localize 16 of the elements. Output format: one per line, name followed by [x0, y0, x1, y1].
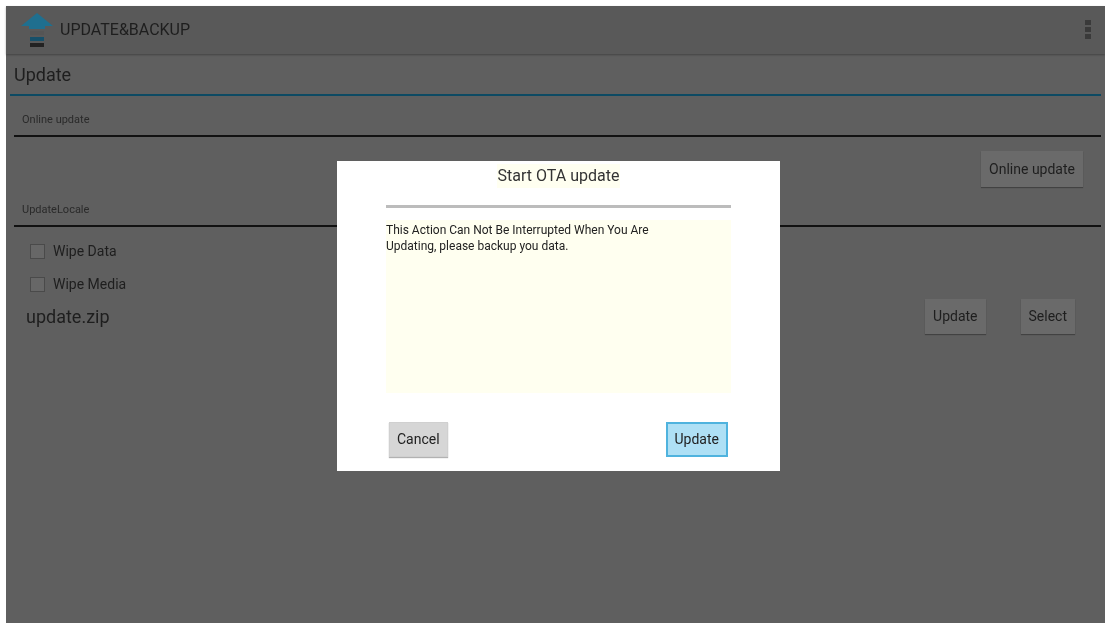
online-update-button[interactable]: Online update: [981, 151, 1083, 187]
dialog-message: This Action Can Not Be Interrupted When You Are Updating, please backup you data.: [386, 222, 650, 254]
dialog-button[interactable]: Update: [665, 422, 728, 457]
checkbox[interactable]: [30, 277, 45, 292]
checkbox-label: Wipe Data: [53, 242, 117, 261]
checkbox-label: Wipe Media: [53, 275, 127, 294]
action-button[interactable]: Update: [925, 299, 986, 334]
action-button[interactable]: Select: [1020, 299, 1075, 334]
app-title: UPDATE&BACKUP: [60, 19, 191, 41]
dialog-title: Start OTA update: [496, 164, 621, 188]
dialog-button[interactable]: Cancel: [389, 422, 448, 457]
overflow-menu-icon[interactable]: [1085, 20, 1091, 40]
page-title: Update: [14, 63, 72, 87]
file-name: update.zip: [26, 305, 111, 329]
upload-icon: [20, 12, 54, 48]
checkbox[interactable]: [30, 244, 45, 259]
